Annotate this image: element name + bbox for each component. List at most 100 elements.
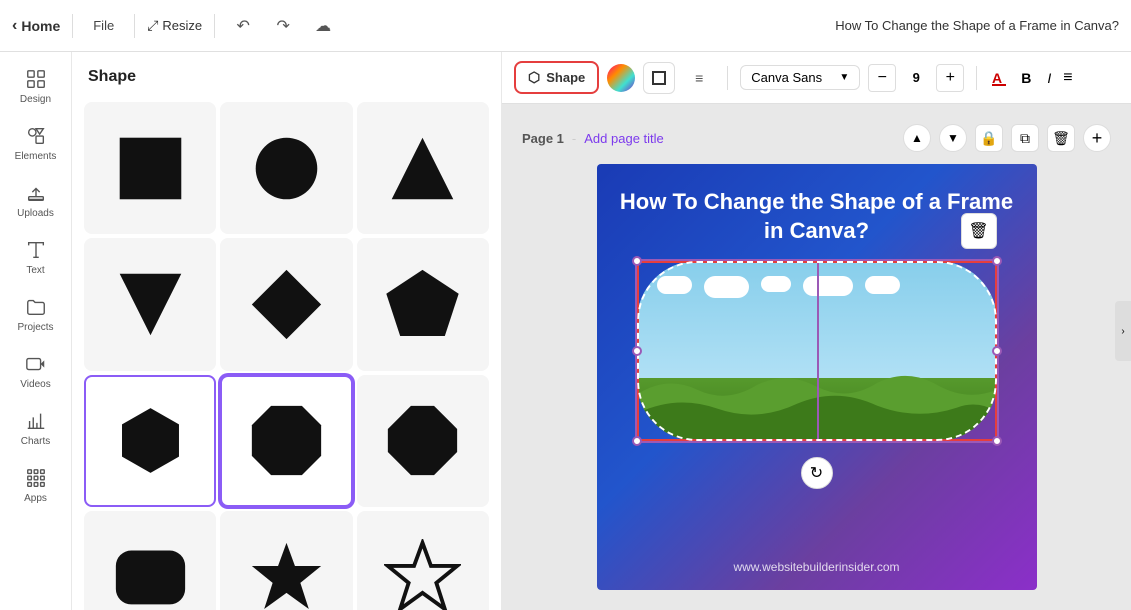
sidebar-item-videos[interactable]: Videos <box>4 345 68 398</box>
sidebar-item-apps[interactable]: Apps <box>4 459 68 512</box>
redo-button[interactable]: ↷ <box>267 10 299 42</box>
shape-octagon[interactable] <box>220 375 352 507</box>
handle-top-left[interactable] <box>632 256 642 266</box>
undo-button[interactable]: ↶ <box>227 10 259 42</box>
shape-circle[interactable] <box>220 102 352 234</box>
folder-icon <box>25 296 47 318</box>
dashed-frame-selection <box>637 261 997 441</box>
sidebar-item-elements[interactable]: Elements <box>4 117 68 170</box>
menu-button[interactable]: ≡ <box>683 62 715 94</box>
bold-button[interactable]: B <box>1017 68 1035 88</box>
handle-bottom-left[interactable] <box>632 436 642 446</box>
toolbar-shape-button[interactable]: ⬡ Shape <box>514 61 599 94</box>
font-family-selector[interactable]: Canva Sans ▼ <box>740 65 860 90</box>
cloud-save-button[interactable]: ☁ <box>307 10 339 42</box>
font-size-decrease[interactable]: − <box>868 64 896 92</box>
page-delete-button[interactable]: 🗑 <box>1047 124 1075 152</box>
svg-text:A: A <box>992 70 1002 86</box>
page-controls: Page 1 - Add page title ▲ ▼ 🔒 ⧉ 🗑 + <box>522 124 1111 164</box>
circle-shape-icon <box>248 130 325 207</box>
text-color-button[interactable]: A <box>989 68 1009 88</box>
align-icon: ≡ <box>1063 69 1072 86</box>
octagon2-shape-icon <box>384 402 461 479</box>
shape-octagon2[interactable] <box>357 375 489 507</box>
star-outline-shape-icon <box>384 539 461 610</box>
right-panel-toggle[interactable]: › <box>1115 301 1131 361</box>
page-area: Page 1 - Add page title ▲ ▼ 🔒 ⧉ 🗑 + How … <box>502 104 1131 610</box>
frame-container[interactable]: 🗑 <box>637 261 997 441</box>
divider-3 <box>214 14 215 38</box>
home-label: Home <box>21 18 60 34</box>
add-page-title-button[interactable]: Add page title <box>584 131 664 146</box>
shape-grid <box>72 94 501 610</box>
add-page-button[interactable]: + <box>1083 124 1111 152</box>
page-separator: - <box>572 131 576 146</box>
page-down-button[interactable]: ▼ <box>939 124 967 152</box>
resize-icon: ⤢ <box>147 17 158 34</box>
handle-bottom-right[interactable] <box>992 436 1002 446</box>
sidebar-item-uploads[interactable]: Uploads <box>4 174 68 227</box>
chart-icon <box>25 410 47 432</box>
shape-diamond[interactable] <box>220 238 352 370</box>
shape-square[interactable] <box>84 102 216 234</box>
font-size-value: 9 <box>900 70 932 85</box>
page-number: Page 1 <box>522 131 564 146</box>
shape-panel: Shape <box>72 52 502 610</box>
square-shape-icon <box>112 130 189 207</box>
italic-button[interactable]: I <box>1043 68 1055 88</box>
shape-star-solid[interactable] <box>220 511 352 610</box>
elements-icon <box>25 125 47 147</box>
shape-pentagon[interactable] <box>357 238 489 370</box>
topbar: ‹ Home File ⤢ Resize ↶ ↷ ☁ How To Change… <box>0 0 1131 52</box>
elements-label: Elements <box>15 151 57 162</box>
chevron-left-icon: ‹ <box>12 17 17 35</box>
text-label: Text <box>26 265 44 276</box>
chevron-down-icon: ▼ <box>839 72 849 83</box>
page-duplicate-button[interactable]: ⧉ <box>1011 124 1039 152</box>
shape-triangle[interactable] <box>357 102 489 234</box>
align-button[interactable]: ≡ <box>1063 69 1072 87</box>
sidebar-item-design[interactable]: Design <box>4 60 68 113</box>
slide-canvas[interactable]: How To Change the Shape of a Frame in Ca… <box>597 164 1037 590</box>
resize-label: Resize <box>162 18 202 33</box>
handle-top-right[interactable] <box>992 256 1002 266</box>
font-size-increase[interactable]: + <box>936 64 964 92</box>
sidebar-item-text[interactable]: Text <box>4 231 68 284</box>
shape-triangle-down[interactable] <box>84 238 216 370</box>
design-label: Design <box>20 94 51 105</box>
color-picker-button[interactable] <box>607 64 635 92</box>
resize-button[interactable]: ⤢ Resize <box>147 17 202 34</box>
shape-hexagon-small[interactable] <box>84 375 216 507</box>
frame-style-button[interactable] <box>643 62 675 94</box>
toolbar-shape-label: Shape <box>546 70 585 85</box>
slide-title: How To Change the Shape of a Frame in Ca… <box>617 188 1017 245</box>
shape-rounded-rect[interactable] <box>84 511 216 610</box>
handle-middle-right[interactable] <box>992 346 1002 356</box>
shape-star-outline[interactable] <box>357 511 489 610</box>
toolbar-shape-icon: ⬡ <box>528 69 540 86</box>
file-button[interactable]: File <box>85 14 122 37</box>
divider-2 <box>134 14 135 38</box>
home-nav[interactable]: ‹ Home <box>12 17 60 35</box>
divider-1 <box>72 14 73 38</box>
projects-label: Projects <box>17 322 53 333</box>
frame-image <box>637 261 997 441</box>
sidebar-item-projects[interactable]: Projects <box>4 288 68 341</box>
canvas-toolbar: ⬡ Shape ≡ Canva Sans ▼ − 9 + <box>502 52 1131 104</box>
handle-middle-left[interactable] <box>632 346 642 356</box>
toolbar-divider <box>727 66 728 90</box>
rotate-button[interactable]: ↻ <box>801 457 833 489</box>
italic-label: I <box>1047 70 1051 86</box>
star-solid-shape-icon <box>248 539 325 610</box>
document-title: How To Change the Shape of a Frame in Ca… <box>835 18 1119 33</box>
slide-url: www.websitebuilderinsider.com <box>733 560 899 574</box>
page-up-button[interactable]: ▲ <box>903 124 931 152</box>
videos-label: Videos <box>20 379 50 390</box>
sidebar-item-charts[interactable]: Charts <box>4 402 68 455</box>
page-lock-button[interactable]: 🔒 <box>975 124 1003 152</box>
delete-frame-button[interactable]: 🗑 <box>961 213 997 249</box>
rounded-rect-shape-icon <box>112 539 189 610</box>
pentagon-shape-icon <box>384 266 461 343</box>
font-size-control: − 9 + <box>868 64 964 92</box>
panel-title: Shape <box>72 52 501 94</box>
